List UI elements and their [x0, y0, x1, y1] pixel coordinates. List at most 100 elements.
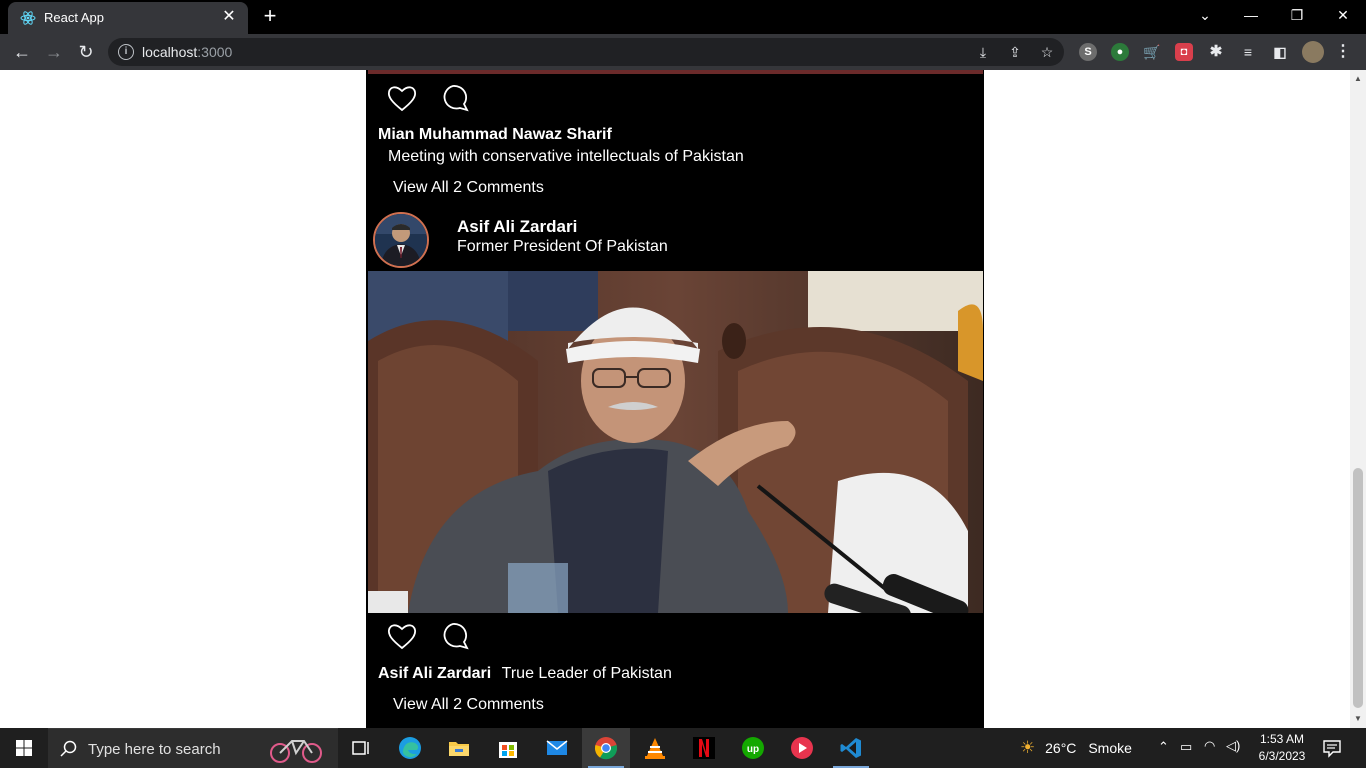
browser-toolbar: ← → ↻ i localhost:3000 ⤓ ⇪ ☆ S ● 🛒 ◘ ✱ ≡…	[0, 34, 1366, 70]
tab-search-icon[interactable]: ⌄	[1182, 0, 1228, 34]
color-extension-icon[interactable]: ●	[1111, 43, 1129, 61]
tab-close-icon[interactable]: ✕	[218, 6, 240, 28]
folder-icon	[449, 742, 469, 756]
media-control-icon[interactable]: ≡	[1239, 43, 1257, 61]
react-logo-icon	[20, 11, 36, 25]
clock-date: 6/3/2023	[1258, 749, 1306, 763]
taskbar-vlc[interactable]	[631, 728, 679, 768]
battery-icon[interactable]: ▭	[1180, 739, 1192, 755]
weather-widget[interactable]: ☀ 26°C Smoke	[1020, 738, 1132, 758]
side-panel-icon[interactable]: ◧	[1271, 43, 1289, 61]
like-heart-icon[interactable]	[386, 83, 418, 113]
post-caption-row: Asif Ali Zardari True Leader of Pakistan	[378, 665, 672, 683]
weather-description: Smoke	[1088, 740, 1132, 756]
taskbar-vscode[interactable]	[827, 728, 875, 768]
vscode-icon	[840, 738, 861, 758]
post-image[interactable]	[368, 271, 983, 613]
windows-logo-icon	[16, 740, 32, 756]
scroll-up-arrow-icon[interactable]: ▲	[1354, 74, 1362, 83]
taskbar-chrome[interactable]	[582, 728, 630, 768]
back-icon[interactable]: ←	[8, 38, 36, 66]
view-all-comments-link[interactable]: View All 2 Comments	[393, 179, 544, 197]
taskbar-file-explorer[interactable]	[435, 728, 483, 768]
avatar-portrait-icon	[375, 214, 427, 266]
window-close-icon[interactable]: ✕	[1320, 0, 1366, 34]
chrome-icon	[594, 737, 618, 760]
search-icon	[60, 740, 77, 757]
site-info-icon[interactable]: i	[118, 44, 134, 60]
menu-kebab-icon[interactable]: ⋮	[1334, 43, 1352, 61]
post-image-partial	[368, 70, 983, 74]
browser-tab-bar: React App ✕ + ⌄ — ❐ ✕	[0, 0, 1366, 34]
notification-center-icon[interactable]	[1322, 738, 1342, 758]
reload-icon[interactable]: ↻	[72, 38, 100, 66]
pocket-extension-icon[interactable]: ◘	[1175, 43, 1193, 61]
play-icon	[791, 737, 813, 759]
scroll-thumb[interactable]	[1353, 468, 1363, 708]
upwork-icon: up	[742, 737, 764, 759]
post-photo	[368, 271, 983, 613]
show-hidden-icons-chevron-icon[interactable]: ⌃	[1158, 739, 1169, 755]
taskbar-upwork[interactable]: up	[729, 728, 777, 768]
author-avatar[interactable]	[373, 212, 429, 268]
forward-icon[interactable]: →	[40, 38, 68, 66]
task-view-button[interactable]	[337, 728, 385, 768]
post-actions	[386, 621, 476, 653]
page-viewport: Mian Muhammad Nawaz Sharif Meeting with …	[0, 70, 1350, 728]
search-placeholder: Type here to search	[88, 741, 221, 758]
post-author-name[interactable]: Asif Ali Zardari	[457, 217, 577, 237]
post-author-subtitle: Former President Of Pakistan	[457, 238, 668, 255]
taskbar-edge[interactable]	[386, 728, 434, 768]
skype-extension-icon[interactable]: S	[1079, 43, 1097, 61]
start-button[interactable]	[0, 728, 48, 768]
url-port: :3000	[197, 44, 233, 60]
svg-text:up: up	[747, 744, 759, 755]
taskbar-store[interactable]	[484, 728, 532, 768]
extensions-puzzle-icon[interactable]: ✱	[1207, 43, 1225, 61]
post-caption: True Leader of Pakistan	[501, 665, 672, 682]
vlc-icon	[645, 738, 665, 759]
url-host: localhost	[142, 44, 198, 60]
bookmark-star-icon[interactable]: ☆	[1038, 43, 1056, 61]
minimize-icon[interactable]: —	[1228, 0, 1274, 34]
task-view-icon	[352, 741, 369, 755]
comment-bubble-icon[interactable]	[438, 621, 470, 651]
clock-time: 1:53 AM	[1259, 732, 1305, 746]
edge-icon	[399, 737, 421, 759]
scroll-down-arrow-icon[interactable]: ▼	[1354, 714, 1362, 723]
weather-temperature: 26°C	[1045, 740, 1077, 756]
post-actions	[386, 83, 476, 115]
weather-haze-icon: ☀	[1020, 738, 1036, 757]
post-caption: Meeting with conservative intellectuals …	[388, 148, 744, 165]
caption-author-name: Asif Ali Zardari	[378, 665, 492, 682]
share-icon[interactable]: ⇪	[1006, 43, 1024, 61]
restore-icon[interactable]: ❐	[1274, 0, 1320, 34]
taskbar-search[interactable]: Type here to search	[48, 728, 338, 768]
store-icon	[499, 742, 517, 758]
wifi-icon[interactable]: ◠	[1204, 738, 1215, 754]
post-header: Asif Ali Zardari Former President Of Pak…	[366, 208, 984, 270]
taskbar-mail[interactable]	[533, 728, 581, 768]
post-feed: Mian Muhammad Nawaz Sharif Meeting with …	[366, 70, 984, 728]
taskbar-netflix[interactable]	[680, 728, 728, 768]
view-all-comments-link[interactable]: View All 2 Comments	[393, 696, 544, 714]
post-author-name: Mian Muhammad Nawaz Sharif	[378, 126, 612, 143]
tab-react-app[interactable]: React App ✕	[8, 2, 248, 34]
bicycle-highlight-icon	[270, 740, 322, 763]
tab-title: React App	[44, 10, 104, 25]
like-heart-icon[interactable]	[386, 621, 418, 651]
netflix-icon	[693, 737, 715, 759]
system-tray: ⌃ ▭ ◠ ◁)	[1156, 728, 1246, 768]
address-bar[interactable]: i localhost:3000 ⤓ ⇪ ☆	[108, 38, 1064, 66]
mail-icon	[546, 740, 568, 755]
taskbar-media-player[interactable]	[778, 728, 826, 768]
new-tab-icon[interactable]: +	[259, 5, 281, 27]
page-scrollbar[interactable]: ▲ ▼	[1350, 70, 1366, 728]
profile-avatar[interactable]	[1302, 41, 1324, 63]
install-app-icon[interactable]: ⤓	[974, 43, 992, 61]
volume-icon[interactable]: ◁)	[1226, 738, 1240, 754]
taskbar-clock[interactable]: 1:53 AM 6/3/2023	[1252, 731, 1312, 765]
cart-extension-icon[interactable]: 🛒	[1143, 43, 1161, 61]
comment-bubble-icon[interactable]	[438, 83, 470, 113]
windows-taskbar: Type here to search up ☀ 26°C Smoke ⌃ ▭ …	[0, 728, 1366, 768]
